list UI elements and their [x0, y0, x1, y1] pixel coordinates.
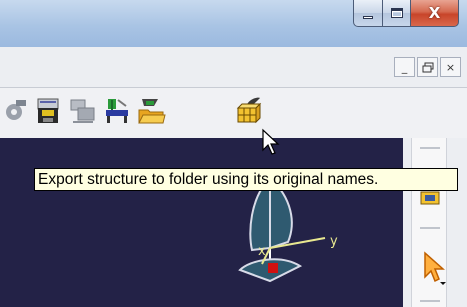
- side-toolbar-strip: [411, 138, 447, 307]
- close-icon: X: [428, 4, 441, 22]
- separator: [420, 147, 440, 149]
- tooltip-text: Export structure to folder using its ori…: [38, 171, 379, 188]
- document-minimize-button[interactable]: _: [394, 57, 415, 77]
- window-title-bar: X: [0, 0, 467, 47]
- window-maximize-button[interactable]: [383, 0, 411, 27]
- side-toolbar: [403, 138, 467, 307]
- product-icon[interactable]: [419, 190, 441, 206]
- document-close-button[interactable]: ×: [440, 57, 461, 77]
- x-axis-label: x: [258, 244, 266, 259]
- minimize-icon: [363, 15, 373, 19]
- restore-icon: [422, 62, 433, 72]
- document-restore-button[interactable]: [417, 57, 438, 77]
- mouse-pointer-icon: [262, 128, 280, 155]
- axis-compass-icon: [238, 168, 326, 283]
- minimize-icon: _: [401, 60, 408, 74]
- toolbar: [0, 88, 467, 138]
- send-to-icon[interactable]: [68, 96, 98, 126]
- window-controls: X: [353, 0, 459, 28]
- y-axis-label: y: [330, 234, 338, 249]
- document-title-bar: _ ×: [0, 47, 467, 88]
- tooltip: Export structure to folder using its ori…: [34, 168, 458, 191]
- select-arrow-icon[interactable]: [422, 250, 448, 286]
- file-open-folder-icon[interactable]: [136, 96, 166, 126]
- window-minimize-button[interactable]: [353, 0, 383, 27]
- window-close-button[interactable]: X: [411, 0, 459, 27]
- close-icon: ×: [445, 60, 456, 74]
- separator: [420, 227, 440, 229]
- gear-disk-icon[interactable]: [0, 96, 30, 126]
- 3d-viewport[interactable]: x y: [0, 138, 403, 307]
- desk-icon[interactable]: [102, 96, 132, 126]
- maximize-icon: [390, 8, 403, 18]
- document-controls: _ ×: [394, 57, 461, 77]
- export-structure-icon[interactable]: [232, 96, 262, 126]
- save-management-icon[interactable]: [34, 96, 64, 126]
- separator: [420, 300, 440, 302]
